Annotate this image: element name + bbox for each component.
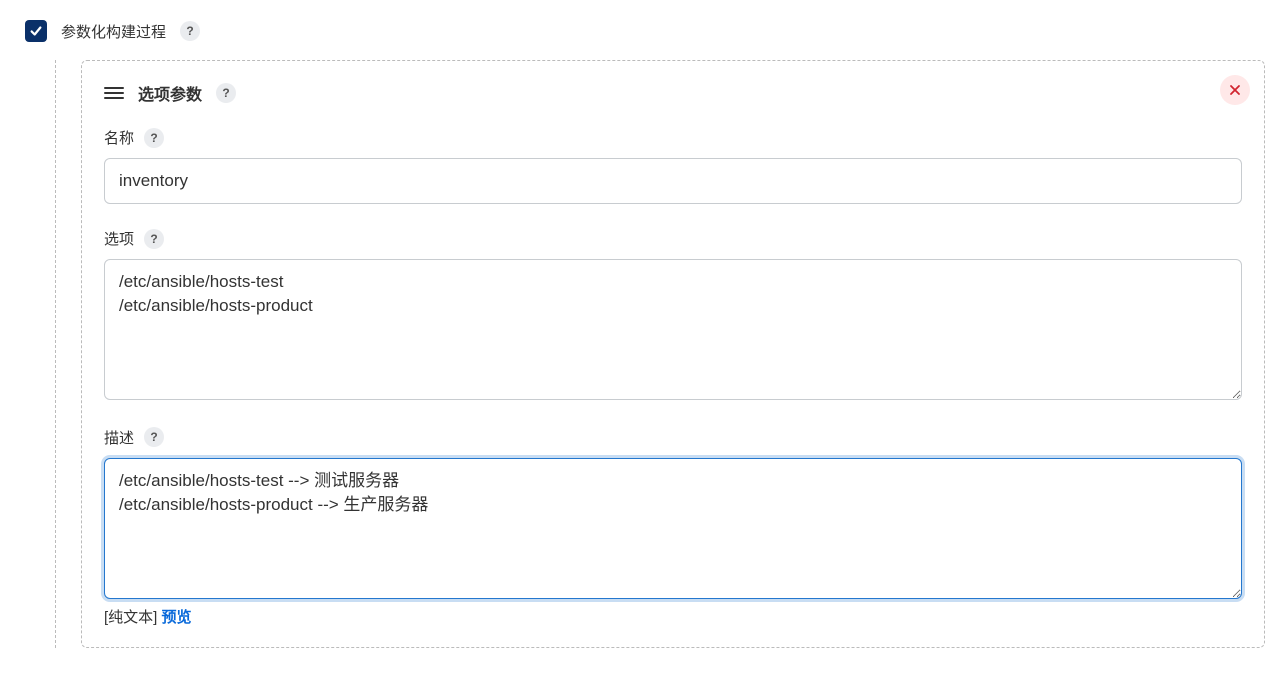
description-format-label: [纯文本] [104, 609, 162, 626]
delete-parameter-button[interactable] [1220, 75, 1250, 105]
name-label-row: 名称 ? [104, 127, 1242, 148]
description-label: 描述 [104, 427, 134, 448]
name-label: 名称 [104, 127, 134, 148]
help-icon[interactable]: ? [144, 427, 164, 447]
params-container: 选项参数 ? 名称 ? 选项 ? 描述 ? [纯文本] 预览 [55, 60, 1265, 648]
help-icon[interactable]: ? [216, 83, 236, 103]
parameter-title: 选项参数 [138, 81, 202, 105]
parameterized-build-label: 参数化构建过程 [61, 21, 166, 42]
description-label-row: 描述 ? [104, 427, 1242, 448]
close-icon [1229, 84, 1241, 96]
description-textarea[interactable] [104, 458, 1242, 599]
help-icon[interactable]: ? [180, 21, 200, 41]
choice-parameter-box: 选项参数 ? 名称 ? 选项 ? 描述 ? [纯文本] 预览 [81, 60, 1265, 648]
description-field-group: 描述 ? [纯文本] 预览 [104, 427, 1242, 627]
name-field-group: 名称 ? [104, 127, 1242, 204]
preview-link[interactable]: 预览 [162, 609, 192, 626]
options-label-row: 选项 ? [104, 228, 1242, 249]
options-field-group: 选项 ? [104, 228, 1242, 403]
description-footer: [纯文本] 预览 [104, 606, 1242, 627]
parameterized-build-row: 参数化构建过程 ? [25, 20, 1265, 42]
check-icon [29, 24, 43, 38]
parameter-header: 选项参数 ? [104, 81, 1242, 105]
options-label: 选项 [104, 228, 134, 249]
help-icon[interactable]: ? [144, 229, 164, 249]
help-icon[interactable]: ? [144, 128, 164, 148]
options-textarea[interactable] [104, 259, 1242, 400]
parameterized-build-checkbox[interactable] [25, 20, 47, 42]
name-input[interactable] [104, 158, 1242, 204]
drag-handle-icon[interactable] [104, 86, 124, 100]
